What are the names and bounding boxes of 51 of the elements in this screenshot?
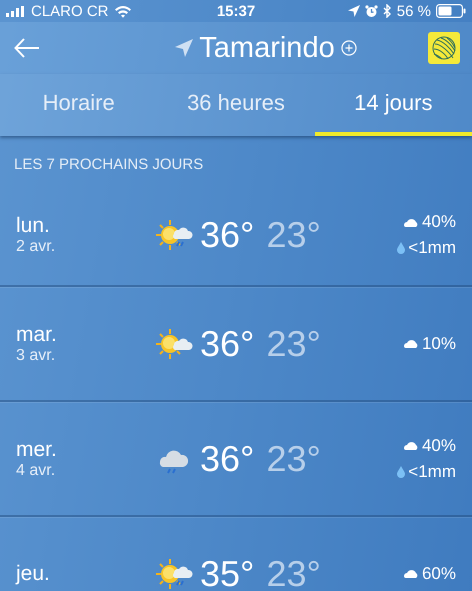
cloud-icon (402, 440, 419, 451)
rain-chance: 60% (422, 564, 456, 584)
section-title: LES 7 PROCHAINS JOURS (13, 155, 204, 175)
rain-chance: 40% (422, 212, 456, 232)
day-row[interactable]: mar. 3 avr. 36° 23° 10% (0, 287, 472, 402)
status-time: 15:37 (216, 2, 256, 20)
high-temperature: 36° (200, 214, 254, 256)
wifi-icon (114, 4, 132, 18)
low-temperature: 23° (266, 552, 321, 591)
signal-icon (6, 6, 26, 16)
high-temperature: 35° (200, 552, 254, 591)
high-temperature: 36° (200, 438, 254, 480)
day-row[interactable]: mer. 4 avr. 36° 23° 40% <1mm (0, 402, 472, 517)
globe-logo-icon[interactable] (428, 32, 460, 64)
day-date: 2 avr. (16, 238, 56, 256)
add-icon[interactable] (340, 40, 357, 56)
low-temperature: 23° (266, 438, 321, 480)
alarm-icon (364, 4, 378, 18)
rain-amount: <1mm (408, 462, 456, 482)
rain-chance: 10% (422, 334, 456, 354)
tab[interactable]: 14 jours (314, 74, 472, 136)
location-title: Tamarindo (199, 32, 335, 64)
battery-percent: 56 % (396, 2, 431, 20)
bluetooth-icon (382, 4, 392, 18)
sun-cloud-rain-icon (156, 218, 194, 252)
rain-chance: 40% (422, 436, 456, 456)
battery-icon (436, 4, 466, 18)
tab[interactable]: 36 heures (157, 74, 315, 136)
cloud-icon (402, 568, 419, 579)
drop-icon (397, 242, 406, 254)
cloud-icon (402, 216, 419, 228)
rain-amount: <1mm (408, 238, 456, 258)
high-temperature: 36° (200, 322, 254, 364)
day-row[interactable]: lun. 2 avr. 36° 23° 40% <1mm (0, 185, 472, 287)
day-name: mar. (16, 322, 58, 346)
location-arrow-icon (348, 5, 360, 17)
day-date: 3 avr. (16, 346, 56, 364)
sun-cloud-rain-icon (156, 556, 194, 590)
day-date: 4 avr. (16, 462, 56, 480)
day-name: jeu. (16, 562, 51, 586)
tab[interactable]: Horaire (0, 74, 158, 136)
drop-icon (397, 466, 406, 478)
low-temperature: 23° (266, 322, 321, 364)
carrier-name: CLARO CR (31, 2, 109, 20)
cloud-icon (402, 338, 419, 349)
low-temperature: 23° (266, 214, 321, 256)
day-name: mer. (16, 438, 58, 462)
day-name: lun. (16, 214, 51, 238)
day-row[interactable]: jeu. 35° 23° 60% (0, 517, 472, 591)
sun-cloud-icon (156, 326, 194, 360)
location-arrow-icon (175, 39, 194, 57)
